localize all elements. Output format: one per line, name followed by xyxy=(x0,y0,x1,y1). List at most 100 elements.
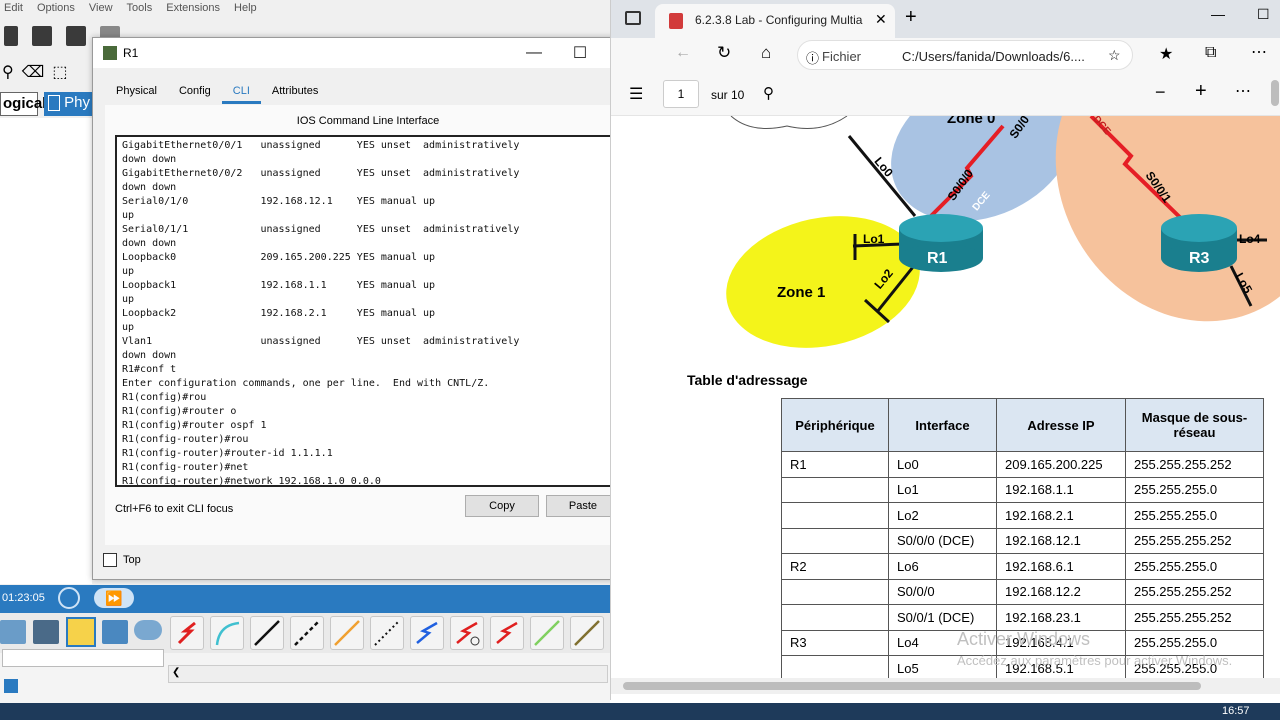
windows-taskbar: 16:57 xyxy=(0,703,1280,720)
pdf-horizontal-scrollbar[interactable] xyxy=(611,678,1280,694)
more-icon[interactable]: ⋯ xyxy=(1251,42,1267,62)
browser-restore-icon[interactable]: ☐ xyxy=(1257,6,1270,23)
simulation-time-bar: 01:23:05 ⏩ xyxy=(0,585,610,613)
device-list-area: ❮ xyxy=(0,649,610,703)
device-scrollbar[interactable] xyxy=(168,665,608,683)
tab-actions-icon[interactable] xyxy=(625,11,641,25)
r3-label: R3 xyxy=(1189,250,1210,267)
page-number-input[interactable]: 1 xyxy=(663,80,699,108)
print-icon[interactable] xyxy=(66,26,86,46)
logical-tab[interactable]: ogical xyxy=(0,92,46,116)
select-icon[interactable]: ⬚ xyxy=(52,62,67,82)
maximize-button[interactable]: ☐ xyxy=(557,38,603,68)
table-row: S0/0/0 192.168.12.2 255.255.255.252 xyxy=(781,578,1264,605)
table-row: S0/0/0 (DCE) 192.168.12.1 255.255.255.252 xyxy=(781,527,1264,554)
copy-button[interactable]: Copy xyxy=(465,495,539,517)
browser-tabstrip: 6.2.3.8 Lab - Configuring Multia ✕ + — ☐ xyxy=(611,0,1280,38)
auto-connection-icon[interactable] xyxy=(170,616,204,650)
cell-ip: 192.168.12.1 xyxy=(996,527,1126,554)
cell-ip: 192.168.2.1 xyxy=(996,502,1126,529)
serial-dce-icon[interactable] xyxy=(450,616,484,650)
contents-icon[interactable]: ☰ xyxy=(629,84,643,104)
cell-ip: 192.168.23.1 xyxy=(996,604,1126,631)
save-icon[interactable] xyxy=(32,26,52,46)
collections-icon[interactable]: ⧉ xyxy=(1205,44,1216,62)
router-app-icon xyxy=(103,46,117,60)
menu-view[interactable]: View xyxy=(85,0,123,19)
misc-icon[interactable] xyxy=(102,620,128,644)
paste-button[interactable]: Paste xyxy=(546,495,620,517)
cell-mask: 255.255.255.0 xyxy=(1125,476,1264,503)
device-search-field[interactable] xyxy=(2,649,164,667)
folder-icon[interactable] xyxy=(4,26,18,46)
cloud-outline xyxy=(730,116,848,129)
info-icon: ⓘ xyxy=(806,51,820,66)
table-row: Lo2 192.168.2.1 255.255.255.0 xyxy=(781,502,1264,529)
cell-mask: 255.255.255.252 xyxy=(1125,451,1264,478)
pt-menubar: Edit Options View Tools Extensions Help xyxy=(0,0,610,19)
end-devices-icon[interactable] xyxy=(0,620,26,644)
new-tab-icon[interactable]: + xyxy=(905,6,917,29)
browser-window: 6.2.3.8 Lab - Configuring Multia ✕ + — ☐… xyxy=(610,0,1280,700)
browser-minimize-icon[interactable]: — xyxy=(1211,6,1225,22)
device-grid-icon[interactable] xyxy=(4,679,18,693)
minimize-button[interactable]: — xyxy=(511,38,557,68)
console-cable-icon[interactable] xyxy=(210,616,244,650)
fast-forward-icon[interactable]: ⏩ xyxy=(94,588,134,608)
tab-attributes[interactable]: Attributes xyxy=(261,84,329,104)
menu-tools[interactable]: Tools xyxy=(123,0,163,19)
delete-icon[interactable]: ⌫ xyxy=(22,62,45,82)
cell-interface: Lo6 xyxy=(888,553,997,580)
table-header-row: Périphérique Interface Adresse IP Masque… xyxy=(781,398,1264,452)
network-devices-icon[interactable] xyxy=(33,620,59,644)
tab-close-icon[interactable]: ✕ xyxy=(875,11,887,28)
cli-panel: IOS Command Line Interface GigabitEthern… xyxy=(105,105,631,545)
address-path: C:/Users/fanida/Downloads/6.... xyxy=(902,49,1085,64)
serial-dte-icon[interactable] xyxy=(490,616,524,650)
pdf-scroll-thumb[interactable] xyxy=(623,682,1201,690)
home-icon[interactable]: ⌂ xyxy=(761,43,771,63)
physical-tab-label: Phy xyxy=(64,94,91,111)
dialog-titlebar[interactable]: R1 — ☐ ✕ xyxy=(93,38,649,68)
menu-options[interactable]: Options xyxy=(33,0,85,19)
crossover-cable-icon[interactable] xyxy=(290,616,324,650)
browser-tab[interactable]: 6.2.3.8 Lab - Configuring Multia ✕ xyxy=(655,4,895,38)
menu-extensions[interactable]: Extensions xyxy=(162,0,230,19)
coaxial-cable-icon[interactable] xyxy=(410,616,444,650)
zoom-out-icon[interactable]: − xyxy=(1155,82,1166,103)
wireless-icon[interactable] xyxy=(134,620,162,640)
tab-config[interactable]: Config xyxy=(168,84,222,104)
power-cycle-icon[interactable] xyxy=(58,587,80,609)
fiber-cable-icon[interactable] xyxy=(330,616,364,650)
zoom-icon[interactable]: ⚲ xyxy=(2,62,14,82)
connections-icon[interactable] xyxy=(66,617,96,647)
add-favorite-icon[interactable]: ☆ xyxy=(1108,47,1121,64)
address-field[interactable]: ⓘ Fichier C:/Users/fanida/Downloads/6...… xyxy=(797,40,1133,70)
cli-terminal[interactable]: GigabitEthernet0/0/1 unassigned YES unse… xyxy=(115,135,629,487)
refresh-icon[interactable]: ↻ xyxy=(717,43,731,63)
phone-cable-icon[interactable] xyxy=(370,616,404,650)
back-icon[interactable]: ← xyxy=(675,44,691,62)
top-checkbox[interactable] xyxy=(103,553,117,567)
pdf-more-icon[interactable]: ⋯ xyxy=(1235,81,1251,101)
cell-mask: 255.255.255.0 xyxy=(1125,553,1264,580)
table-row: R2 Lo6 192.168.6.1 255.255.255.0 xyxy=(781,553,1264,580)
iot-cable-icon[interactable] xyxy=(570,616,604,650)
taskbar-clock[interactable]: 16:57 xyxy=(1222,705,1250,717)
lo4-label: Lo4 xyxy=(1239,232,1261,246)
favorites-icon[interactable]: ★ xyxy=(1159,44,1173,64)
sim-time: 01:23:05 xyxy=(2,592,45,604)
menu-help[interactable]: Help xyxy=(230,0,267,19)
zoom-in-icon[interactable]: + xyxy=(1195,80,1207,103)
scroll-left-icon[interactable]: ❮ xyxy=(172,667,180,678)
tab-cli[interactable]: CLI xyxy=(221,84,261,104)
octal-cable-icon[interactable] xyxy=(530,616,564,650)
pdf-search-icon[interactable]: ⚲ xyxy=(763,84,774,102)
straight-cable-icon[interactable] xyxy=(250,616,284,650)
cell-device xyxy=(781,527,889,554)
tab-physical[interactable]: Physical xyxy=(105,84,168,104)
pdf-vertical-scrollbar[interactable] xyxy=(1271,80,1279,106)
workspace-canvas[interactable] xyxy=(0,118,92,584)
table-row: S0/0/1 (DCE) 192.168.23.1 255.255.255.252 xyxy=(781,604,1264,631)
menu-edit[interactable]: Edit xyxy=(0,0,33,19)
